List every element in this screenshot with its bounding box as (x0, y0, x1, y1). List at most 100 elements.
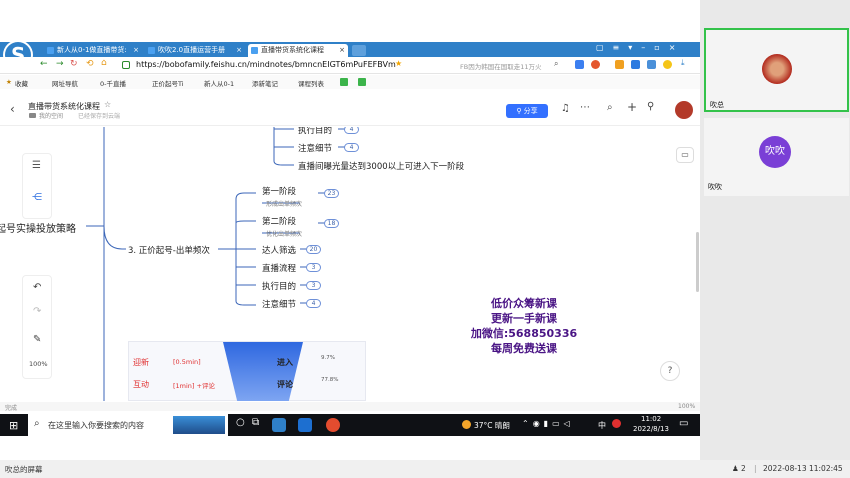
antivirus-icon[interactable] (612, 419, 621, 428)
meeting-datetime: 2022-08-13 11:02:45 (763, 464, 843, 473)
mindmap-branch[interactable]: 3. 正价起号-出单频次 (128, 244, 210, 256)
mindmap-node[interactable]: 直播流程 (262, 262, 296, 274)
participant-tile-active[interactable]: 吹总 (704, 28, 849, 112)
bookmark-item[interactable]: 新人从0-1 (204, 78, 234, 88)
back-icon[interactable]: ← (40, 59, 48, 69)
count-badge[interactable]: 18 (324, 219, 339, 228)
link-icon: ⚲ (516, 107, 524, 115)
clock-date[interactable]: 2022/8/13 (633, 425, 669, 433)
extension-icon[interactable] (591, 60, 600, 69)
bookmark-icon[interactable] (358, 78, 366, 86)
add-icon[interactable]: + (627, 100, 637, 114)
home-icon[interactable]: ⌂ (101, 58, 107, 68)
count-badge[interactable]: 3 (306, 263, 321, 272)
bookmark-item[interactable]: 网址导航 (52, 78, 78, 88)
more-icon[interactable]: ⋯ (580, 102, 590, 113)
redo-icon[interactable]: ↷ (33, 306, 41, 317)
tab-2[interactable]: 吹吹2.0直播运营手册 × (145, 44, 245, 57)
chrome-taskbar-icon[interactable] (326, 418, 340, 432)
count-badge[interactable]: 3 (306, 281, 321, 290)
url-field[interactable]: https://bobofamily.feishu.cn/mindnotes/b… (136, 60, 396, 69)
download-icon[interactable]: ⤓ (681, 58, 685, 68)
mindmap-node[interactable]: 直播间曝光量达到3000以上可进入下一阶段 (298, 160, 464, 172)
mindmap-node[interactable]: 执行目的 (262, 280, 296, 292)
weather-text[interactable]: 37°C 晴朗 (474, 420, 510, 431)
extension-icon[interactable] (575, 60, 584, 69)
count-badge[interactable]: 4 (306, 299, 321, 308)
taskbar-search-input[interactable]: 在这里输入你要搜索的内容 (48, 420, 144, 431)
status-zoom[interactable]: 100% (678, 403, 695, 410)
close-icon[interactable]: × (133, 44, 139, 57)
app-taskbar-icon[interactable] (298, 418, 312, 432)
tab-3[interactable]: 直播带货系统化课程 × (248, 44, 348, 57)
help-icon[interactable]: ⚲ (647, 101, 654, 112)
clock-time[interactable]: 11:02 (641, 415, 661, 423)
undo-icon[interactable]: ⟲ (86, 59, 94, 69)
weather-icon (462, 420, 471, 429)
people-icon[interactable]: ♟ (732, 464, 739, 473)
cortana-icon[interactable]: ○ (236, 417, 245, 428)
comment-icon[interactable]: ▭ (676, 147, 694, 163)
bookmark-item[interactable]: 添新笔记 (252, 78, 278, 88)
close-icon[interactable]: × (236, 44, 242, 57)
mindmap-node[interactable]: 第二阶段 (262, 215, 296, 227)
structure-icon[interactable]: ⋲ (32, 192, 42, 203)
share-button[interactable]: ⚲ 分享 (506, 104, 548, 118)
undo-icon[interactable]: ↶ (33, 282, 41, 293)
tray-icons[interactable]: ⌃◉▮▭◁ (522, 419, 574, 428)
mindmap-canvas[interactable]: ☰ ⋲ ↶ ↷ ✎ 100% 起号实操投放策略 3. 正价起号-出单频次 执行目… (0, 127, 700, 401)
notification-icon[interactable]: ▭ (679, 418, 688, 429)
doc-location[interactable]: 我的空间 (39, 111, 63, 120)
ime-indicator[interactable]: 中 (598, 420, 606, 431)
extension-icon[interactable] (615, 60, 624, 69)
outline-icon[interactable]: ☰ (32, 160, 41, 171)
browser-taskbar-icon[interactable] (272, 418, 286, 432)
bookmark-item[interactable]: 0-千直播 (100, 78, 126, 88)
search-hint[interactable]: FB因为韩国在国取走11万火 (460, 61, 541, 71)
mindmap-node[interactable]: 注意细节 (298, 142, 332, 154)
document-header: ‹ 直播带货系统化课程 ☆ 我的空间 已经保存到云端 ⚲ 分享 ♫ ⋯ ⌕ + … (0, 96, 700, 126)
participant-tile[interactable]: 吹吹 吹吹 (704, 118, 849, 196)
help-icon[interactable]: ? (660, 361, 680, 381)
mindmap-node[interactable]: 执行目的 (298, 127, 332, 136)
close-icon[interactable]: × (339, 44, 345, 57)
zoom-level[interactable]: 100% (29, 360, 48, 368)
forward-icon[interactable]: → (56, 59, 64, 69)
reload-icon[interactable]: ↻ (70, 59, 78, 69)
back-chevron-icon[interactable]: ‹ (10, 102, 15, 116)
new-tab-button[interactable] (352, 45, 366, 56)
extension-icons[interactable]: ⤓ (575, 58, 693, 70)
mindmap-node[interactable]: 第一阶段 (262, 185, 296, 197)
tab-1[interactable]: 新人从0-1做直播带货: × (44, 44, 142, 57)
bookmark-item[interactable]: 正价起号Ti (152, 78, 184, 88)
mindmap-node[interactable]: 达人筛选 (262, 244, 296, 256)
scrollbar[interactable] (696, 232, 699, 292)
star-icon[interactable]: ★ (395, 59, 402, 68)
windows-start-icon[interactable]: ⊞ (9, 419, 18, 432)
window-controls[interactable]: ▢≡▾–▫× (596, 43, 684, 52)
task-view-icon[interactable]: ⧉ (252, 417, 259, 428)
count-badge[interactable]: 4 (344, 143, 359, 152)
participant-avatar: 吹吹 (759, 136, 791, 168)
bookmark-icon[interactable] (340, 78, 348, 86)
count-badge[interactable]: 4 (344, 127, 359, 134)
participant-count[interactable]: 2 (741, 464, 746, 473)
bell-icon[interactable]: ♫ (561, 103, 570, 114)
extension-icon[interactable] (663, 60, 672, 69)
star-outline-icon[interactable]: ☆ (104, 100, 111, 109)
extension-icon[interactable] (631, 60, 640, 69)
count-badge[interactable]: 23 (324, 189, 339, 198)
bookmark-item[interactable]: 课程列表 (298, 78, 324, 88)
search-banner-image (173, 416, 225, 434)
extension-icon[interactable] (647, 60, 656, 69)
funnel-image[interactable]: 迎新 [0.5min] 进入 9.7% 互动 [1min] +评论 评论 77.… (128, 341, 366, 401)
count-badge[interactable]: 20 (306, 245, 321, 254)
search-icon[interactable]: ⌕ (554, 59, 558, 69)
mindmap-node[interactable]: 注意细节 (262, 298, 296, 310)
format-brush-icon[interactable]: ✎ (33, 334, 41, 345)
search-icon[interactable]: ⌕ (607, 102, 613, 113)
bookmark-item[interactable]: 收藏 (15, 78, 28, 88)
avatar[interactable] (675, 101, 693, 119)
taskbar-search[interactable]: ⌕ 在这里输入你要搜索的内容 (28, 414, 228, 436)
mindmap-root[interactable]: 起号实操投放策略 (0, 220, 76, 235)
